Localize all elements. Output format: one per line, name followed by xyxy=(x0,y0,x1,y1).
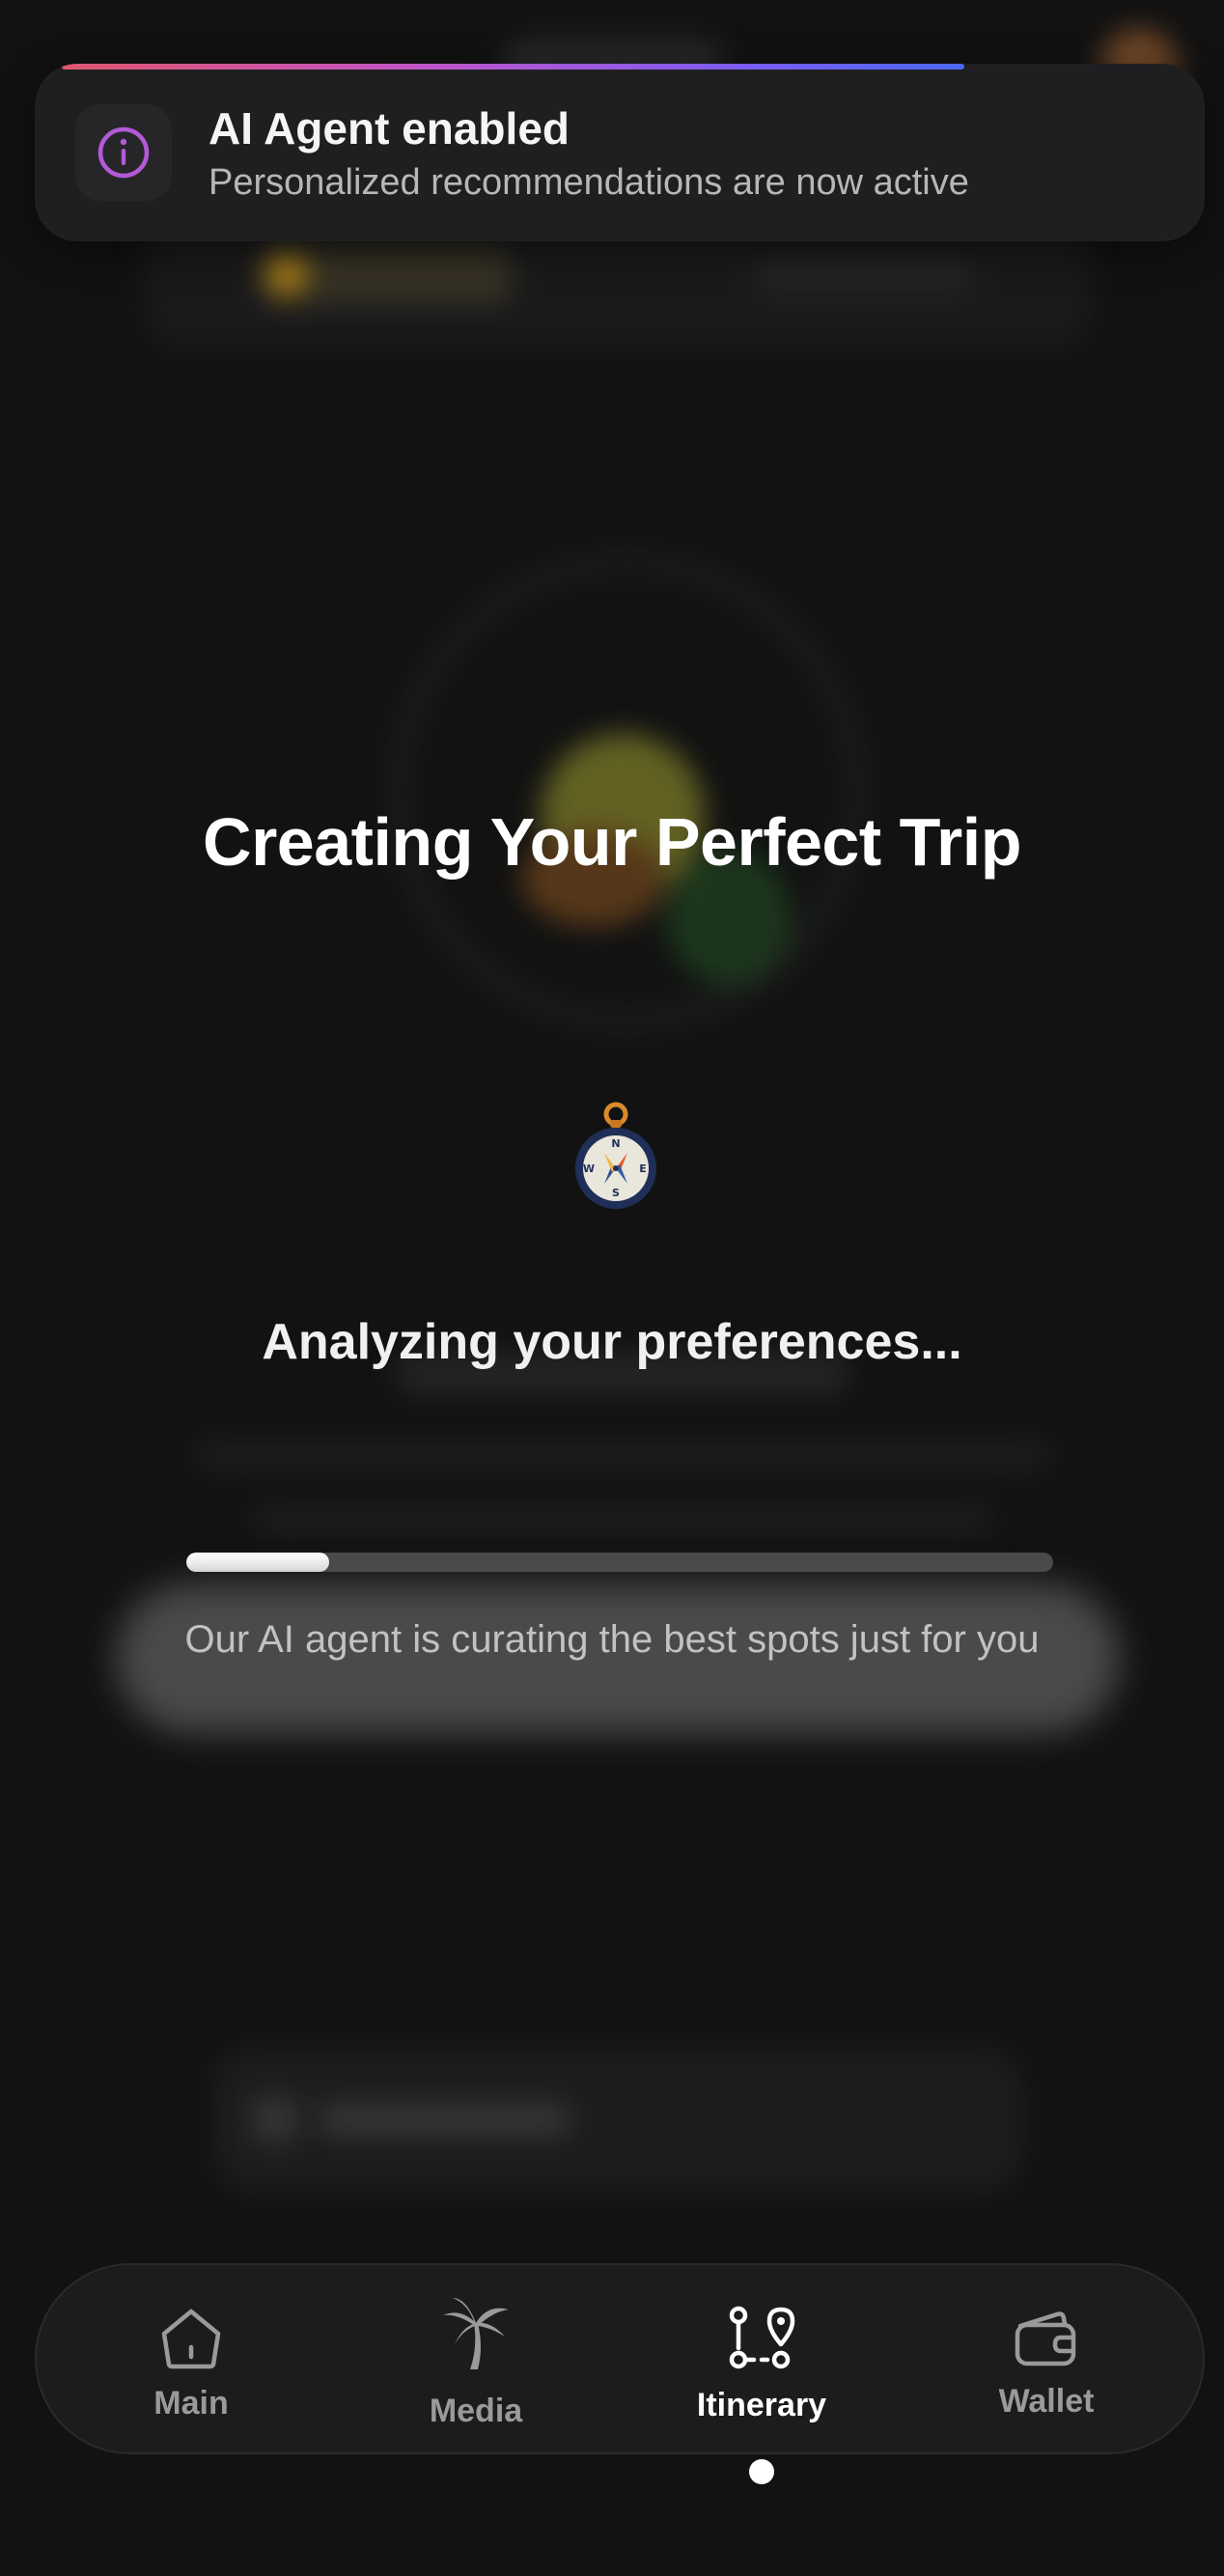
background-segment-icon xyxy=(265,253,308,295)
toast-title: AI Agent enabled xyxy=(209,103,570,154)
background-segment-inactive xyxy=(753,253,975,297)
background-text-line xyxy=(251,1501,994,1534)
notification-toast[interactable]: AI Agent enabled Personalized recommenda… xyxy=(35,64,1205,241)
svg-text:W: W xyxy=(583,1162,595,1175)
app-screen: AI Agent enabled Personalized recommenda… xyxy=(0,0,1224,2576)
loading-hint: Our AI agent is curating the best spots … xyxy=(184,1618,1040,1661)
toast-subtitle: Personalized recommendations are now act… xyxy=(209,162,969,203)
nav-label-wallet: Wallet xyxy=(998,2383,1095,2420)
blurred-background xyxy=(0,0,1224,2576)
wallet-icon xyxy=(1008,2300,1085,2377)
route-icon xyxy=(723,2300,800,2377)
toast-progress-bar xyxy=(62,64,964,70)
loading-progress-fill xyxy=(186,1553,330,1572)
nav-item-wallet[interactable]: Wallet xyxy=(940,2265,1153,2456)
nav-item-itinerary[interactable]: Itinerary xyxy=(655,2265,868,2456)
home-icon xyxy=(153,2300,230,2377)
nav-item-media[interactable]: Media xyxy=(370,2265,582,2456)
page-title: Creating Your Perfect Trip xyxy=(203,804,1021,880)
svg-text:E: E xyxy=(639,1162,647,1175)
toast-icon-container xyxy=(75,104,172,201)
loading-progress-bar xyxy=(186,1553,1053,1572)
background-button-icon xyxy=(253,2097,297,2142)
nav-item-main[interactable]: Main xyxy=(85,2265,297,2456)
info-icon xyxy=(97,126,150,179)
nav-label-media: Media xyxy=(429,2393,523,2429)
palm-tree-icon xyxy=(437,2294,515,2371)
compass-icon: N S W E xyxy=(570,1099,662,1218)
background-button-label xyxy=(319,2103,570,2136)
background-text-line xyxy=(193,1439,1052,1471)
active-tab-indicator xyxy=(749,2459,774,2484)
bottom-nav: Main Media Itinerary Wallet xyxy=(35,2263,1205,2454)
nav-label-main: Main xyxy=(153,2385,229,2422)
svg-text:N: N xyxy=(611,1137,620,1150)
nav-label-itinerary: Itinerary xyxy=(696,2387,827,2423)
svg-text:S: S xyxy=(612,1187,620,1199)
loading-status: Analyzing your preferences... xyxy=(262,1314,962,1370)
